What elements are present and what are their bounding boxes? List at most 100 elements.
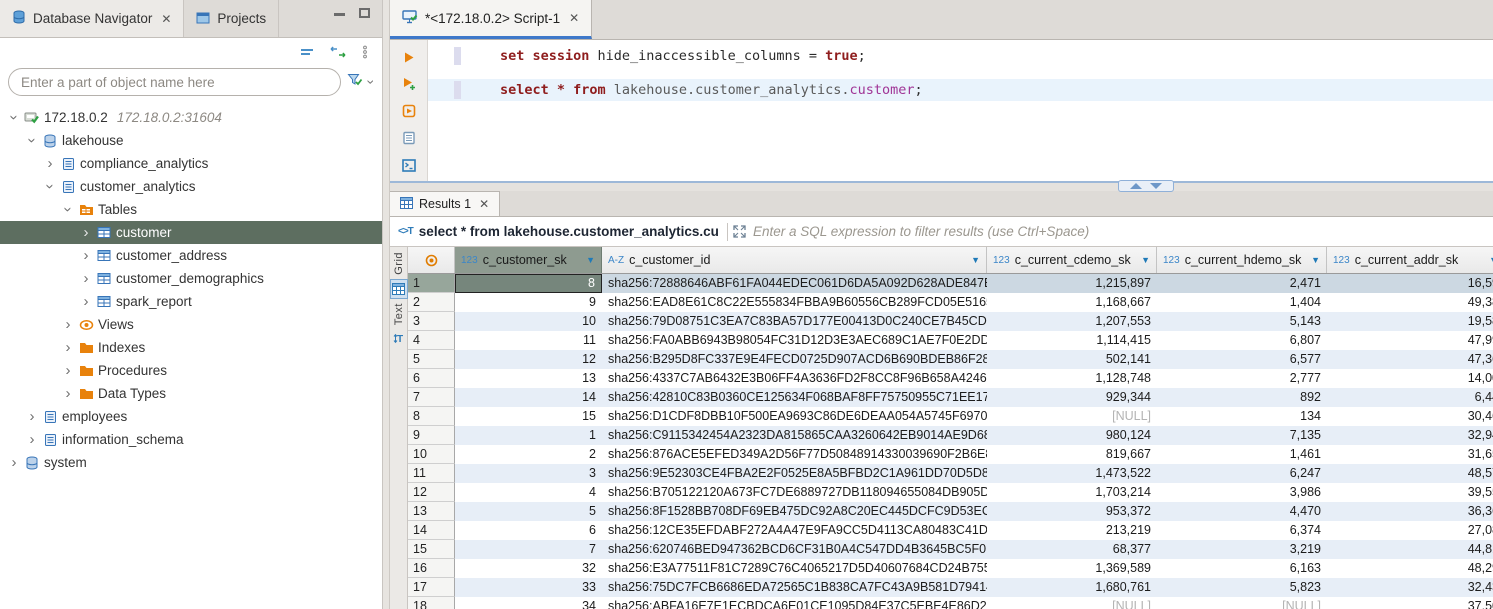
cell-c_current_addr_sk[interactable]: 32,43 bbox=[1327, 578, 1493, 597]
row-number[interactable]: 6 bbox=[408, 369, 455, 388]
row-number[interactable]: 5 bbox=[408, 350, 455, 369]
column-filter-arrow-icon[interactable]: ▼ bbox=[1311, 255, 1320, 265]
chevron-expanded-icon[interactable]: › bbox=[42, 179, 59, 195]
cell-c_customer_id[interactable]: sha256:79D08751C3EA7C83BA57D177E00413D0C… bbox=[602, 312, 987, 331]
tab-sql-script[interactable]: *<172.18.0.2> Script-1 ✕ bbox=[390, 0, 592, 39]
explain-plan-icon[interactable] bbox=[399, 130, 419, 146]
cell-c_customer_id[interactable]: sha256:876ACE5EFED349A2D56F77D5084891433… bbox=[602, 445, 987, 464]
cell-c_current_addr_sk[interactable]: 47,99 bbox=[1327, 331, 1493, 350]
close-icon[interactable]: ✕ bbox=[479, 197, 489, 211]
cell-c_customer_id[interactable]: sha256:B295D8FC337E9E4FECD0725D907ACD6B6… bbox=[602, 350, 987, 369]
cell-c_current_hdemo_sk[interactable]: [NULL] bbox=[1157, 597, 1327, 609]
cell-c_current_addr_sk[interactable]: 16,59 bbox=[1327, 274, 1493, 293]
cell-c_current_cdemo_sk[interactable]: 819,667 bbox=[987, 445, 1157, 464]
tree-item-customer-demographics[interactable]: ›customer_demographics bbox=[0, 267, 382, 290]
cell-c_current_addr_sk[interactable]: 6,44 bbox=[1327, 388, 1493, 407]
row-number[interactable]: 18 bbox=[408, 597, 455, 609]
cell-c_customer_sk[interactable]: 34 bbox=[455, 597, 602, 609]
row-number[interactable]: 9 bbox=[408, 426, 455, 445]
cell-c_current_addr_sk[interactable]: 39,55 bbox=[1327, 483, 1493, 502]
tree-item-compliance-analytics[interactable]: ›compliance_analytics bbox=[0, 152, 382, 175]
cell-c_current_addr_sk[interactable]: 32,94 bbox=[1327, 426, 1493, 445]
cell-c_current_addr_sk[interactable]: 36,36 bbox=[1327, 502, 1493, 521]
cell-c_current_hdemo_sk[interactable]: 6,374 bbox=[1157, 521, 1327, 540]
cell-c_current_hdemo_sk[interactable]: 7,135 bbox=[1157, 426, 1327, 445]
execute-in-new-tab-icon[interactable] bbox=[399, 76, 419, 92]
presentation-text-tab[interactable]: Text bbox=[393, 303, 405, 325]
column-header-c_current_addr_sk[interactable]: 123c_current_addr_sk▼ bbox=[1327, 247, 1493, 273]
vertical-splitter[interactable] bbox=[383, 0, 390, 609]
cell-c_customer_sk[interactable]: 1 bbox=[455, 426, 602, 445]
row-number[interactable]: 17 bbox=[408, 578, 455, 597]
cell-c_current_hdemo_sk[interactable]: 1,461 bbox=[1157, 445, 1327, 464]
chevron-collapsed-icon[interactable]: › bbox=[24, 408, 40, 425]
row-number[interactable]: 13 bbox=[408, 502, 455, 521]
row-number[interactable]: 4 bbox=[408, 331, 455, 350]
cell-c_customer_id[interactable]: sha256:9E52303CE4FBA2E2F0525E8A5BFBD2C1A… bbox=[602, 464, 987, 483]
column-filter-arrow-icon[interactable]: ▼ bbox=[971, 255, 980, 265]
cell-c_customer_id[interactable]: sha256:42810C83B0360CE125634F068BAF8FF75… bbox=[602, 388, 987, 407]
cell-c_current_hdemo_sk[interactable]: 3,986 bbox=[1157, 483, 1327, 502]
cell-c_customer_sk[interactable]: 3 bbox=[455, 464, 602, 483]
view-menu-icon[interactable] bbox=[362, 45, 368, 59]
cell-c_customer_id[interactable]: sha256:4337C7AB6432E3B06FF4A3636FD2F8CC8… bbox=[602, 369, 987, 388]
cell-c_customer_sk[interactable]: 33 bbox=[455, 578, 602, 597]
cell-c_current_cdemo_sk[interactable]: 1,369,589 bbox=[987, 559, 1157, 578]
cell-c_customer_id[interactable]: sha256:620746BED947362BCD6CF31B0A4C547DD… bbox=[602, 540, 987, 559]
chevron-collapsed-icon[interactable]: › bbox=[78, 270, 94, 287]
execute-statement-icon[interactable] bbox=[399, 49, 419, 65]
cell-c_current_addr_sk[interactable]: 14,00 bbox=[1327, 369, 1493, 388]
tree-item-172-18-0-2[interactable]: ›172.18.0.2172.18.0.2:31604 bbox=[0, 106, 382, 129]
tree-item-data-types[interactable]: ›Data Types bbox=[0, 382, 382, 405]
tree-item-system[interactable]: ›system bbox=[0, 451, 382, 474]
chevron-collapsed-icon[interactable]: › bbox=[6, 454, 22, 471]
cell-c_customer_id[interactable]: sha256:FA0ABB6943B98054FC31D12D3E3AEC689… bbox=[602, 331, 987, 350]
cell-c_current_addr_sk[interactable]: 31,65 bbox=[1327, 445, 1493, 464]
chevron-expanded-icon[interactable]: › bbox=[24, 133, 41, 149]
cell-c_current_hdemo_sk[interactable]: 2,777 bbox=[1157, 369, 1327, 388]
chevron-collapsed-icon[interactable]: › bbox=[24, 431, 40, 448]
chevron-collapsed-icon[interactable]: › bbox=[60, 362, 76, 379]
cell-c_customer_id[interactable]: sha256:D1CDF8DBB10F500EA9693C86DE6DEAA05… bbox=[602, 407, 987, 426]
cell-c_current_hdemo_sk[interactable]: 6,163 bbox=[1157, 559, 1327, 578]
grid-presentation-icon[interactable] bbox=[390, 279, 408, 299]
cell-c_current_cdemo_sk[interactable]: 980,124 bbox=[987, 426, 1157, 445]
expand-query-icon[interactable] bbox=[733, 225, 746, 238]
chevron-collapsed-icon[interactable]: › bbox=[60, 385, 76, 402]
column-header-c_current_hdemo_sk[interactable]: 123c_current_hdemo_sk▼ bbox=[1157, 247, 1327, 273]
execute-script-icon[interactable] bbox=[399, 103, 419, 119]
cell-c_customer_sk[interactable]: 8 bbox=[455, 274, 602, 293]
row-number[interactable]: 7 bbox=[408, 388, 455, 407]
tree-item-employees[interactable]: ›employees bbox=[0, 405, 382, 428]
chevron-expanded-icon[interactable]: › bbox=[60, 202, 77, 218]
cell-c_current_cdemo_sk[interactable]: 502,141 bbox=[987, 350, 1157, 369]
cell-c_current_cdemo_sk[interactable]: 1,128,748 bbox=[987, 369, 1157, 388]
cell-c_current_addr_sk[interactable]: 44,81 bbox=[1327, 540, 1493, 559]
row-number[interactable]: 14 bbox=[408, 521, 455, 540]
cell-c_current_hdemo_sk[interactable]: 6,247 bbox=[1157, 464, 1327, 483]
cell-c_customer_sk[interactable]: 12 bbox=[455, 350, 602, 369]
cell-c_customer_sk[interactable]: 4 bbox=[455, 483, 602, 502]
cell-c_customer_id[interactable]: sha256:E3A77511F81C7289C76C4065217D5D406… bbox=[602, 559, 987, 578]
object-search-input[interactable] bbox=[8, 68, 341, 96]
cell-c_current_addr_sk[interactable]: 19,58 bbox=[1327, 312, 1493, 331]
cell-c_current_cdemo_sk[interactable]: [NULL] bbox=[987, 597, 1157, 609]
close-icon[interactable]: ✕ bbox=[569, 11, 579, 25]
cell-c_customer_sk[interactable]: 13 bbox=[455, 369, 602, 388]
row-number[interactable]: 10 bbox=[408, 445, 455, 464]
cell-c_current_hdemo_sk[interactable]: 892 bbox=[1157, 388, 1327, 407]
chevron-collapsed-icon[interactable]: › bbox=[42, 155, 58, 172]
cell-c_current_addr_sk[interactable]: 27,08 bbox=[1327, 521, 1493, 540]
collapse-up-icon[interactable] bbox=[1130, 183, 1142, 189]
filter-funnel-icon[interactable] bbox=[347, 73, 363, 92]
cell-c_current_cdemo_sk[interactable]: 1,473,522 bbox=[987, 464, 1157, 483]
row-number[interactable]: 16 bbox=[408, 559, 455, 578]
cell-c_current_addr_sk[interactable]: 49,38 bbox=[1327, 293, 1493, 312]
row-number[interactable]: 2 bbox=[408, 293, 455, 312]
cell-c_current_hdemo_sk[interactable]: 2,471 bbox=[1157, 274, 1327, 293]
cell-c_customer_id[interactable]: sha256:ABFA16E7E1ECBDCA6E01CE1095D84E37C… bbox=[602, 597, 987, 609]
row-number[interactable]: 11 bbox=[408, 464, 455, 483]
cell-c_current_addr_sk[interactable]: 47,36 bbox=[1327, 350, 1493, 369]
cell-c_current_addr_sk[interactable]: 48,29 bbox=[1327, 559, 1493, 578]
tree-item-customer-analytics[interactable]: ›customer_analytics bbox=[0, 175, 382, 198]
